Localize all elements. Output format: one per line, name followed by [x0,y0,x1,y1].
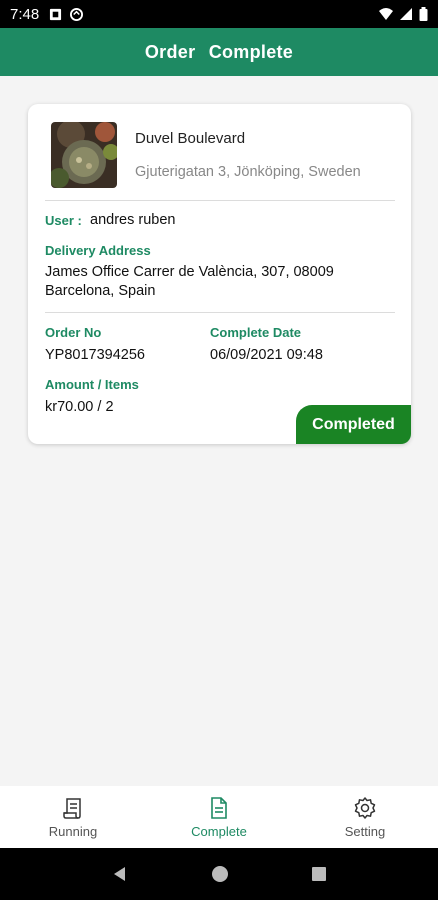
page-title: Order Complete [144,41,294,62]
status-right [379,7,428,21]
status-bar: 7:48 [0,0,438,28]
nav-label-setting: Setting [344,823,386,839]
recents-icon[interactable] [311,866,327,882]
restaurant-name: Duvel Boulevard [135,130,246,147]
delivery-address-label: Delivery Address [45,243,151,258]
home-icon[interactable] [211,865,229,883]
notification-icon [50,8,62,20]
food-image-icon [51,122,117,188]
order-card[interactable]: Duvel Boulevard Gjuterigatan 3, Jönköpin… [28,104,411,444]
order-no-label: Order No [45,325,102,340]
receipt-icon [63,797,81,819]
complete-date-label: Complete Date [210,325,302,340]
order-no-value: YP8017394256 [45,347,145,363]
nav-item-running[interactable]: Running [0,786,146,848]
user-label: User : [45,213,82,228]
nav-item-setting[interactable]: Setting [292,786,438,848]
bottom-navigation: Running Complete Setting [0,786,438,848]
nav-item-complete[interactable]: Complete [146,786,292,848]
status-badge: Completed [296,405,411,444]
app-bar: Order Complete [0,28,438,76]
restaurant-address: Gjuterigatan 3, Jönköping, Sweden [135,164,361,180]
amount-items-value: kr70.00 / 2 [45,399,114,415]
back-icon[interactable] [111,865,129,883]
complete-date-value: 06/09/2021 09:48 [210,347,323,363]
sync-icon [70,7,84,21]
divider [45,200,395,201]
user-value: andres ruben [90,212,176,228]
signal-icon [400,8,412,20]
system-navigation-bar [0,848,438,900]
order-list: Duvel Boulevard Gjuterigatan 3, Jönköpin… [0,76,438,786]
gear-icon [354,796,376,819]
amount-items-label: Amount / Items [45,377,139,392]
battery-icon [419,7,428,21]
divider [45,312,395,313]
document-icon [211,796,227,819]
nav-label-complete: Complete [191,823,247,839]
restaurant-thumbnail [51,122,117,188]
delivery-address-value: James Office Carrer de València, 307, 08… [45,264,334,299]
wifi-icon [379,8,393,20]
nav-label-running: Running [48,823,98,839]
status-time: 7:48 [10,5,40,23]
